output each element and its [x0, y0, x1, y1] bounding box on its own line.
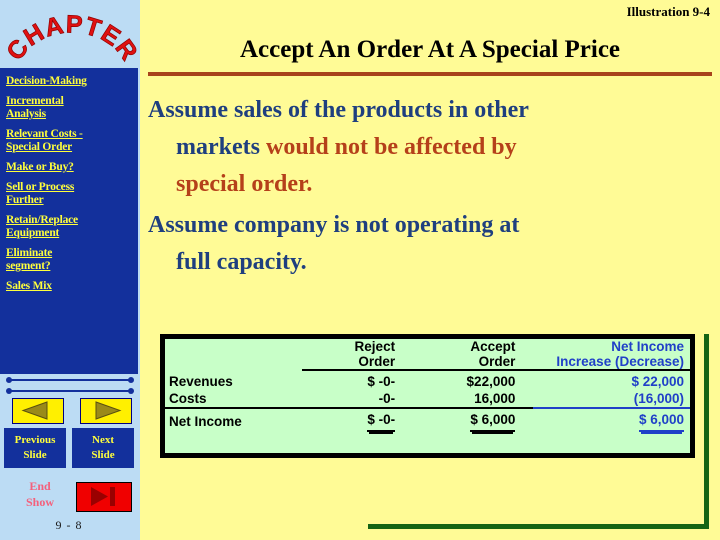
previous-slide-label-line1: Previous — [14, 434, 56, 446]
row-label-revenues: Revenues — [169, 373, 233, 389]
end-show-label[interactable]: End Show — [16, 478, 64, 510]
sidebar-item-label-line2: Special Order — [6, 141, 73, 153]
table: Reject Order Accept Order Net Income Inc… — [165, 339, 690, 432]
cell-value: $ 6,000 — [470, 411, 516, 432]
end-show-label-line2: Show — [25, 495, 54, 509]
sidebar-item-label: Eliminate — [6, 247, 53, 259]
cell-revenues-accept: $22,000 — [466, 374, 516, 389]
illustration-label: Illustration 9-4 — [626, 4, 710, 19]
sidebar: CHAPTER Decision-Making Incremental Anal… — [0, 0, 140, 540]
slide-number: 9 - 8 — [55, 518, 83, 532]
previous-slide-label-line2: Slide — [23, 449, 47, 461]
previous-slide-button[interactable] — [12, 398, 64, 424]
sidebar-item-label: Make or Buy? — [6, 161, 74, 173]
sidebar-item-label: Sell or Process — [6, 181, 75, 193]
divider-line-top — [4, 376, 136, 384]
bullet-line-3-highlight: special order. — [176, 171, 313, 197]
cell-revenues-net: $ 22,000 — [631, 374, 684, 389]
cell-net-income-accept: $ 6,000 — [413, 408, 533, 432]
bullet-line-2-plain: markets — [176, 134, 266, 160]
table-body: Revenues $ -0- $22,000 $ 22,000 Costs -0… — [165, 370, 690, 432]
sidebar-item-eliminate-segment[interactable]: Eliminate segment? — [0, 247, 138, 273]
cell-revenues-reject: $ -0- — [367, 374, 396, 389]
next-slide-label-line1: Next — [92, 434, 114, 446]
svg-text:CHAPTER: CHAPTER — [1, 10, 140, 66]
bullet-assume-sales: Assume sales of the products in other ma… — [148, 92, 708, 203]
sidebar-item-incremental-analysis[interactable]: Incremental Analysis — [0, 95, 138, 121]
sidebar-item-retain-replace-equipment[interactable]: Retain/Replace Equipment — [0, 214, 138, 240]
column-header-line1: Accept — [470, 339, 516, 354]
sidebar-item-label-line2: segment? — [6, 260, 51, 272]
green-accent-horizontal-line — [368, 524, 709, 529]
row-label-costs: Costs — [165, 390, 303, 409]
chapter-logo: CHAPTER — [0, 0, 140, 68]
bullet-line-2: markets would not be affected by — [148, 129, 708, 166]
sidebar-item-label-line2: Analysis — [6, 108, 46, 120]
cell-value: $ -0- — [367, 411, 396, 432]
end-show-button[interactable] — [76, 482, 132, 512]
incremental-analysis-table: Reject Order Accept Order Net Income Inc… — [160, 334, 695, 458]
sidebar-item-label: Relevant Costs - — [6, 128, 83, 140]
sidebar-item-label: Incremental — [6, 95, 64, 107]
cell-costs-reject: -0- — [302, 390, 414, 409]
divider-dot-right — [128, 388, 134, 394]
bullet-line-2-highlight: would not be affected by — [265, 134, 517, 160]
table-header: Reject Order Accept Order Net Income Inc… — [165, 339, 690, 371]
sidebar-item-label: Retain/Replace — [6, 214, 78, 226]
sidebar-item-sales-mix[interactable]: Sales Mix — [0, 280, 138, 293]
column-header-line2: Order — [478, 354, 516, 369]
title-underline-rule — [148, 72, 712, 76]
divider-dot-right — [128, 377, 134, 383]
bullet-line-1: Assume sales of the products in other — [148, 97, 529, 123]
triangle-left-icon — [21, 401, 48, 420]
next-slide-label-line2: Slide — [91, 449, 115, 461]
table-header-row: Reject Order Accept Order Net Income Inc… — [165, 339, 690, 371]
cell-costs-accept: 16,000 — [413, 390, 534, 409]
divider-bar — [10, 390, 130, 392]
row-label-net-income: Net Income — [169, 414, 242, 429]
green-accent-vertical-line — [704, 334, 709, 529]
column-header-accept-order: Accept Order — [413, 339, 534, 371]
sidebar-item-label-line2: Equipment — [6, 227, 60, 239]
page-title: Accept An Order At A Special Price — [239, 36, 621, 63]
column-header-line1: Net Income — [611, 339, 684, 354]
cell-value: $ 6,000 — [638, 411, 684, 432]
sidebar-item-relevant-costs-special-order[interactable]: Relevant Costs - Special Order — [0, 128, 138, 154]
bullet-line-2: full capacity. — [176, 249, 307, 275]
sidebar-item-label: Decision-Making — [6, 75, 87, 87]
chapter-arched-text-icon: CHAPTER — [1, 10, 140, 67]
cell-net-income-reject: $ -0- — [302, 408, 413, 432]
column-header-line2: Increase (Decrease) — [556, 354, 684, 369]
sidebar-item-decision-making[interactable]: Decision-Making — [0, 68, 138, 88]
column-header-line2: Order — [358, 354, 396, 369]
cell-costs-net: (16,000) — [533, 390, 690, 409]
column-header-net-income-change: Net Income Increase (Decrease) — [533, 339, 690, 371]
sidebar-item-sell-or-process-further[interactable]: Sell or Process Further — [0, 181, 138, 207]
cell-net-income-net: $ 6,000 — [533, 408, 690, 432]
column-header-reject-order: Reject Order — [302, 339, 414, 371]
table-row: Net Income $ -0- $ 6,000 $ 6,000 — [165, 408, 690, 432]
bullet-assume-capacity: Assume company is not operating at full … — [148, 207, 708, 281]
skip-to-end-icon — [91, 487, 115, 506]
column-header-blank — [165, 339, 302, 370]
table-row: Costs -0- 16,000 (16,000) — [165, 390, 690, 409]
sidebar-item-label: Sales Mix — [6, 280, 52, 292]
table-row: Revenues $ -0- $22,000 $ 22,000 — [165, 370, 690, 390]
bullet-line-1: Assume company is not operating at — [148, 212, 520, 238]
column-header-line1: Reject — [354, 339, 396, 354]
triangle-right-icon — [95, 401, 122, 420]
sidebar-nav-panel: Decision-Making Incremental Analysis Rel… — [0, 68, 138, 374]
previous-slide-label-button[interactable]: Previous Slide — [4, 428, 66, 468]
slide-content: Illustration 9-4 Accept An Order At A Sp… — [140, 0, 720, 540]
divider-line-bottom — [4, 387, 136, 395]
sidebar-item-label-line2: Further — [6, 194, 44, 206]
divider-bar — [10, 379, 130, 381]
next-slide-button[interactable] — [80, 398, 132, 424]
sidebar-item-make-or-buy[interactable]: Make or Buy? — [0, 161, 138, 174]
next-slide-label-button[interactable]: Next Slide — [72, 428, 134, 468]
end-show-label-line1: End — [29, 479, 51, 493]
